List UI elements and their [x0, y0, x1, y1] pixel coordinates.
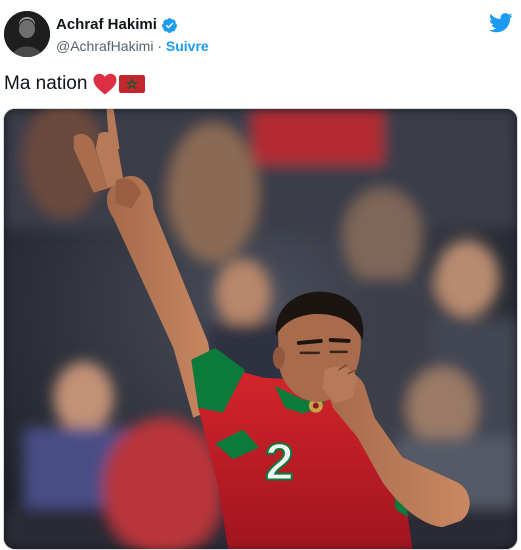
separator-dot: · — [157, 38, 163, 54]
author-name[interactable]: Achraf Hakimi — [56, 15, 157, 35]
morocco-flag-icon — [119, 75, 146, 93]
twitter-bird-icon[interactable] — [489, 13, 513, 33]
follow-button[interactable]: Suivre — [166, 38, 209, 54]
author-handle[interactable]: @AchrafHakimi — [56, 38, 153, 54]
tweet-photo[interactable]: 2 — [3, 108, 518, 550]
verified-badge-icon — [161, 17, 177, 33]
tweet-body: Ma nation — [4, 73, 88, 94]
avatar[interactable] — [4, 11, 50, 57]
author-block: Achraf Hakimi @AchrafHakimi · Suivre — [56, 15, 209, 56]
player-celebration-photo: 2 — [4, 109, 517, 549]
tweet-text: Ma nation — [4, 72, 146, 96]
tweet-card: Achraf Hakimi @AchrafHakimi · Suivre Ma … — [0, 0, 521, 550]
red-heart-icon — [93, 73, 117, 95]
jersey-number: 2 — [265, 432, 294, 490]
avatar-photo-icon — [4, 11, 50, 57]
